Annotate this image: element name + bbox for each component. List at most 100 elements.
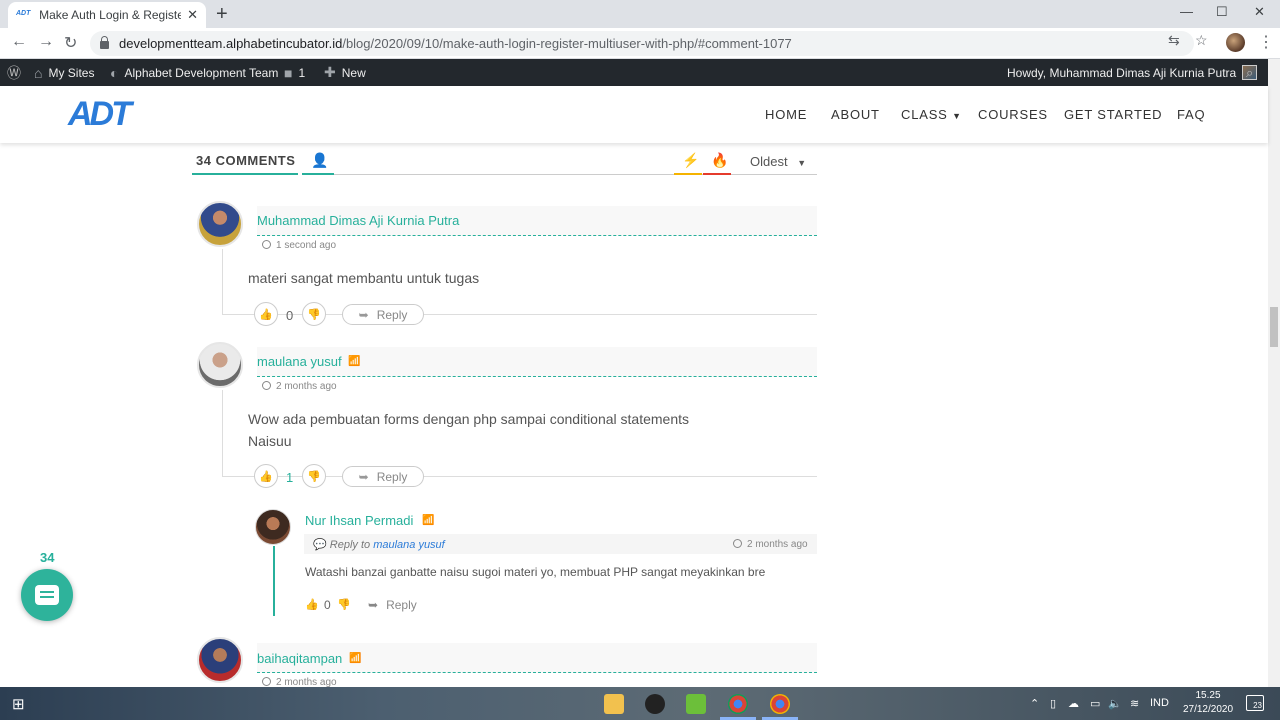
star-bookmark-icon[interactable]: ☆ xyxy=(1195,32,1208,49)
reload-icon[interactable]: ↻ xyxy=(64,33,77,53)
reply-arrow-icon: ➥ xyxy=(368,598,379,612)
reply-arrow-icon: ➥ xyxy=(358,307,369,322)
sort-dropdown[interactable]: Oldest ▼ xyxy=(750,154,806,169)
divider xyxy=(334,174,817,175)
language-indicator[interactable]: IND xyxy=(1150,697,1169,709)
dashboard-icon: ◐ xyxy=(110,64,119,81)
comment-time: 2 months ago xyxy=(262,677,337,687)
plus-icon: ✚ xyxy=(324,64,336,80)
thumbs-up-icon[interactable]: 👍 xyxy=(305,598,319,611)
translate-icon[interactable]: ⇆ xyxy=(1168,32,1180,49)
file-explorer-icon[interactable] xyxy=(604,694,624,714)
lock-icon xyxy=(100,36,109,49)
house-icon: ⌂ xyxy=(34,64,43,81)
thread-line xyxy=(222,249,223,315)
nav-class[interactable]: CLASS ▼ xyxy=(901,107,962,122)
upvote-button[interactable]: 👍 xyxy=(254,302,278,326)
battery-icon[interactable]: ▭ xyxy=(1090,697,1100,710)
minimize-icon[interactable]: — xyxy=(1180,4,1193,19)
avatar[interactable] xyxy=(255,509,291,545)
new-tab-icon[interactable]: + xyxy=(216,3,228,26)
clock-icon xyxy=(262,240,271,249)
nav-courses[interactable]: COURSES xyxy=(978,107,1048,122)
comments-count-tab[interactable]: 34 COMMENTS xyxy=(196,153,295,168)
maximize-icon[interactable]: ☐ xyxy=(1216,4,1228,20)
tray-chevron-icon[interactable]: ⌃ xyxy=(1030,697,1039,710)
tab-underline xyxy=(703,173,731,175)
app-icon[interactable] xyxy=(686,694,706,714)
search-icon[interactable]: ⌕ xyxy=(1246,59,1253,86)
upvote-button[interactable]: 👍 xyxy=(254,464,278,488)
back-arrow-icon[interactable]: ← xyxy=(11,33,27,51)
comment-time: 1 second ago xyxy=(262,240,336,251)
downvote-button[interactable]: 👎 xyxy=(302,302,326,326)
thumbs-down-icon: 👎 xyxy=(307,470,321,483)
browser-tab-bar: ADT Make Auth Login & Register multi ✕ +… xyxy=(0,0,1280,28)
chrome-icon[interactable] xyxy=(728,694,748,714)
nav-get-started[interactable]: GET STARTED xyxy=(1064,107,1162,122)
site-favicon-icon: ADT xyxy=(16,10,31,17)
site-name-link[interactable]: ◐ Alphabet Development Team xyxy=(110,59,278,86)
comment-author[interactable]: baihaqitampan xyxy=(257,651,342,666)
url-omnibox[interactable]: developmentteam.alphabetincubator.id/blo… xyxy=(90,31,1194,56)
scrollbar-thumb[interactable] xyxy=(1270,307,1278,347)
reply-button[interactable]: ➥ Reply xyxy=(342,304,424,325)
comment-author[interactable]: maulana yusuf xyxy=(257,354,342,369)
my-sites-link[interactable]: ⌂ My Sites xyxy=(34,59,94,86)
vote-count: 0 xyxy=(286,308,294,323)
thumbs-up-icon: 👍 xyxy=(259,308,273,321)
comment-outline-icon: 💬 xyxy=(313,539,327,551)
nav-about[interactable]: ABOUT xyxy=(831,107,880,122)
comment-text: Watashi banzai ganbatte naisu sugoi mate… xyxy=(305,565,766,579)
browser-tab[interactable]: ADT Make Auth Login & Register multi ✕ xyxy=(8,2,206,28)
obs-icon[interactable] xyxy=(645,694,665,714)
nav-faq[interactable]: FAQ xyxy=(1177,107,1205,122)
browser-menu-icon[interactable]: ⋮ xyxy=(1258,32,1274,52)
thumbs-down-icon[interactable]: 👎 xyxy=(337,598,351,611)
comment-author[interactable]: Muhammad Dimas Aji Kurnia Putra xyxy=(257,213,459,228)
cloud-icon[interactable]: ☁ xyxy=(1068,697,1079,710)
address-bar-row: ← → ↻ developmentteam.alphabetincubator.… xyxy=(0,28,1280,59)
close-tab-icon[interactable]: ✕ xyxy=(187,7,198,23)
downvote-button[interactable]: 👎 xyxy=(302,464,326,488)
user-settings-icon[interactable]: 👤 xyxy=(311,152,328,169)
system-clock[interactable]: 15.25 27/12/2020 xyxy=(1180,689,1236,717)
avatar[interactable] xyxy=(197,342,243,388)
reply-to-label: 💬 Reply to maulana yusuf xyxy=(313,539,445,551)
floating-comments-button[interactable] xyxy=(21,569,73,621)
wifi-icon[interactable]: ≋ xyxy=(1130,697,1139,710)
new-content-link[interactable]: ✚ New xyxy=(324,59,366,86)
thread-line xyxy=(222,390,223,477)
reply-link[interactable]: ➥ Reply xyxy=(368,598,417,612)
window-close-icon[interactable]: ✕ xyxy=(1254,4,1265,20)
dropdown-arrow-icon: ▼ xyxy=(952,111,962,121)
avatar[interactable] xyxy=(197,201,243,247)
clock-icon xyxy=(733,539,742,548)
profile-avatar[interactable] xyxy=(1226,33,1245,52)
notification-center-icon[interactable]: 23 xyxy=(1246,695,1264,711)
tab-underline xyxy=(674,173,702,175)
thumbs-up-icon: 👍 xyxy=(259,470,273,483)
forward-arrow-icon[interactable]: → xyxy=(38,33,54,51)
reply-button[interactable]: ➥ Reply xyxy=(342,466,424,487)
rss-icon: 📶 xyxy=(422,515,435,526)
comment-author[interactable]: Nur Ihsan Permadi xyxy=(305,513,413,528)
flame-icon[interactable]: 🔥 xyxy=(711,152,728,169)
volume-icon[interactable]: 🔈 xyxy=(1108,697,1122,710)
device-icon[interactable]: ▯ xyxy=(1050,697,1056,710)
comments-link[interactable]: ■ 1 xyxy=(284,59,305,86)
nav-home[interactable]: HOME xyxy=(765,107,807,122)
scrollbar-track[interactable] xyxy=(1268,59,1280,687)
lightning-icon[interactable]: ⚡ xyxy=(682,152,699,169)
rss-icon: 📶 xyxy=(348,356,361,367)
howdy-user-menu[interactable]: Howdy, Muhammad Dimas Aji Kurnia Putra xyxy=(1007,59,1258,86)
site-logo[interactable]: ADT xyxy=(68,95,132,134)
comment-bubble-icon: ■ xyxy=(284,64,293,81)
reply-to-link[interactable]: maulana yusuf xyxy=(373,539,445,551)
chrome-icon[interactable] xyxy=(770,694,790,714)
windows-start-icon[interactable]: ⊞ xyxy=(12,695,25,713)
wordpress-logo-icon[interactable]: Ⓦ xyxy=(7,59,27,86)
avatar[interactable] xyxy=(197,637,243,683)
reply-thread-line xyxy=(273,546,275,616)
url-path: /blog/2020/09/10/make-auth-login-registe… xyxy=(342,36,792,51)
